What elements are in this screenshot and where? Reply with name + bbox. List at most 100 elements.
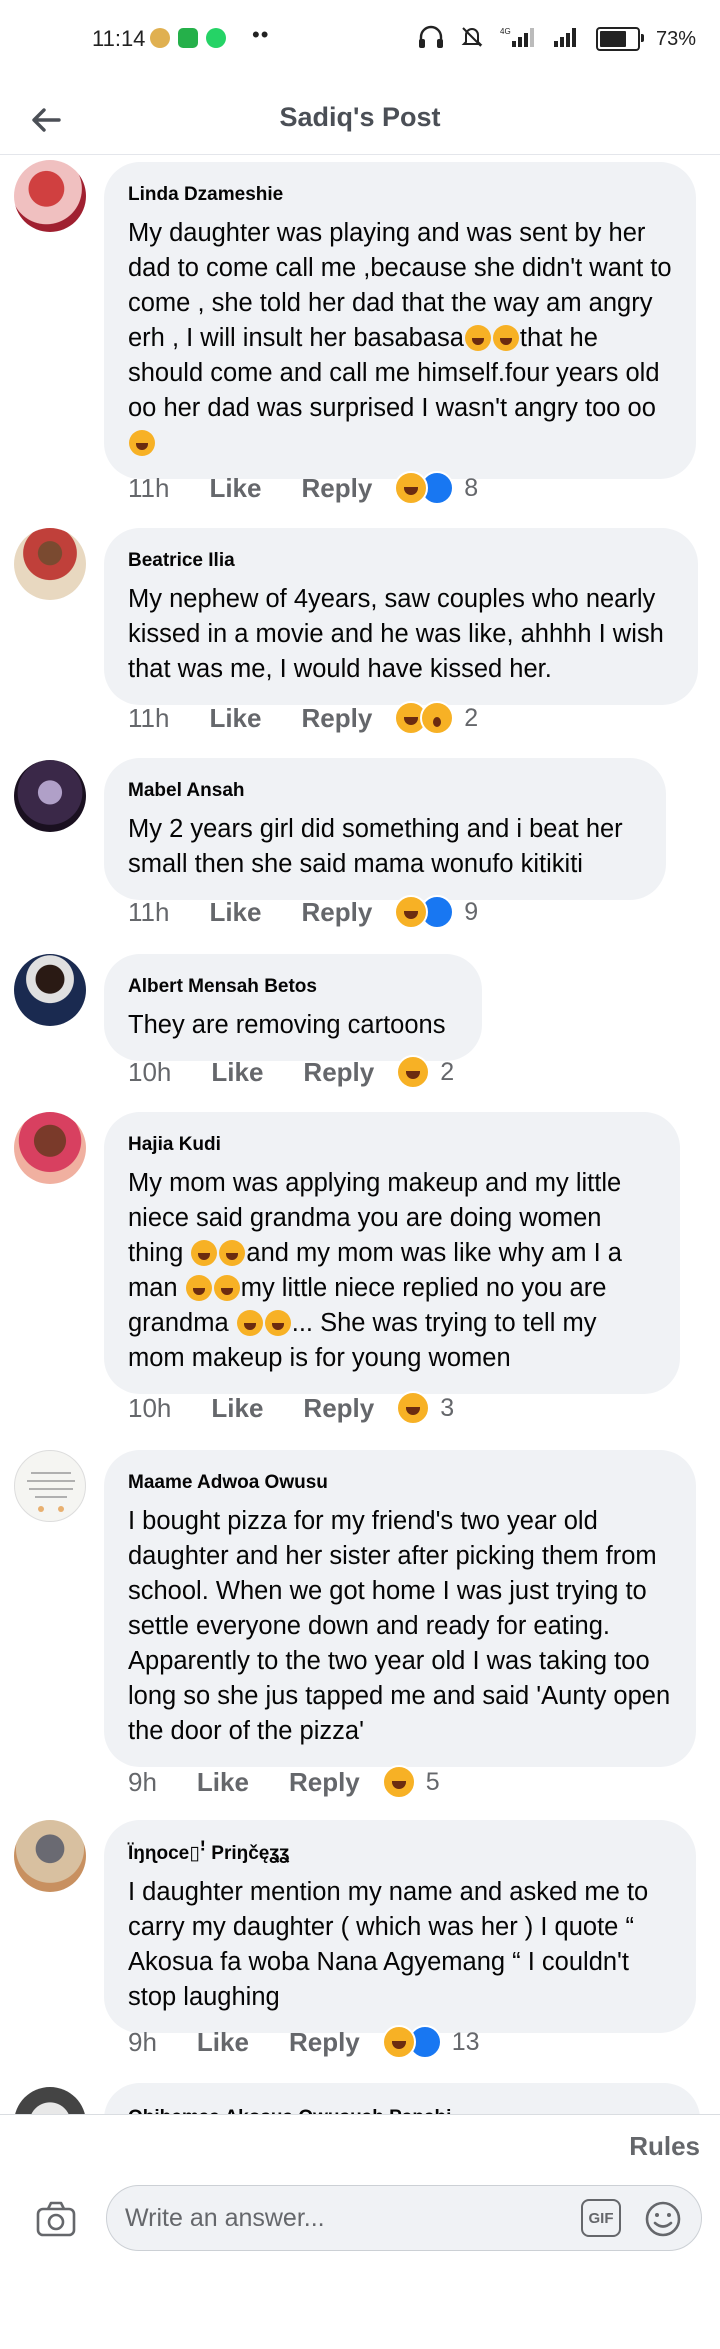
avatar[interactable] [14, 1450, 86, 1522]
reaction-count: 13 [451, 2027, 480, 2056]
avatar[interactable] [14, 528, 86, 600]
battery-percent: 73% [655, 27, 696, 50]
like-button[interactable]: Like [211, 1393, 263, 1424]
avatar[interactable] [14, 760, 86, 832]
reactions[interactable]: 2 [396, 1055, 454, 1089]
status-bar: 11:14 •• 4G 73% [0, 0, 720, 84]
like-button[interactable]: Like [209, 703, 261, 734]
phone-notification-icon [178, 28, 198, 48]
comment-bubble: Ïŋɳoce▯ꜝ Priŋčęʓʓ I daughter mention my … [104, 1820, 696, 2033]
more-notifications-icon: •• [252, 22, 270, 47]
comment-actions: 11h Like Reply 8 [128, 468, 478, 508]
comment-time[interactable]: 10h [128, 1057, 171, 1088]
comment-time[interactable]: 9h [128, 1767, 157, 1798]
comment-text: I bought pizza for my friend's two year … [128, 1507, 671, 1745]
laughing-emoji-icon [464, 325, 491, 351]
comment-text: My mom was applying makeup and my little… [128, 1169, 622, 1372]
haha-reaction-icon [381, 1765, 416, 1799]
signal-icon [552, 25, 580, 54]
gif-button[interactable]: GIF [581, 2199, 621, 2237]
comment-time[interactable]: 9h [128, 2027, 157, 2058]
avatar[interactable] [14, 954, 86, 1026]
avatar[interactable] [14, 160, 86, 232]
camera-button[interactable] [34, 2197, 78, 2241]
comment-input[interactable]: Write an answer... GIF [106, 2185, 702, 2251]
haha-reaction-icon [396, 1391, 431, 1425]
wow-reaction-icon [420, 701, 455, 735]
comment-time[interactable]: 11h [128, 703, 169, 734]
comment-author[interactable]: Hajia Kudi [128, 1134, 656, 1156]
haha-reaction-icon [394, 471, 429, 505]
status-indicators: 4G 73% [418, 24, 696, 54]
like-button[interactable]: Like [197, 1767, 249, 1798]
laughing-emoji-icon [191, 1240, 218, 1266]
reactions[interactable]: 2 [394, 701, 478, 735]
comment-bubble: Beatrice Ilia My nephew of 4years, saw c… [104, 528, 698, 705]
reactions[interactable]: 8 [394, 471, 478, 505]
app-notification-icon [150, 28, 170, 48]
whatsapp-notification-icon [206, 28, 226, 48]
comment-author[interactable]: Beatrice Ilia [128, 550, 674, 572]
like-button[interactable]: Like [197, 2027, 249, 2058]
reactions[interactable]: 3 [396, 1391, 454, 1425]
grinning-emoji-icon [129, 430, 155, 456]
comment-time[interactable]: 11h [128, 897, 169, 928]
comment-time[interactable]: 11h [128, 473, 169, 504]
reaction-count: 3 [440, 1393, 455, 1422]
reactions[interactable]: 9 [394, 895, 478, 929]
reply-button[interactable]: Reply [301, 897, 372, 928]
headphones-icon [418, 25, 444, 54]
reply-button[interactable]: Reply [289, 2027, 360, 2058]
like-button[interactable]: Like [211, 1057, 263, 1088]
comment-author[interactable]: Ïŋɳoce▯ꜝ Priŋčęʓʓ [128, 1842, 672, 1865]
like-button[interactable]: Like [209, 897, 261, 928]
comment-author[interactable]: Maame Adwoa Owusu [128, 1472, 672, 1494]
laughing-emoji-icon [264, 1310, 291, 1336]
comment-actions: 9h Like Reply 13 [128, 2022, 480, 2062]
comment-author[interactable]: Linda Dzameshie [128, 184, 672, 206]
comment-text: I daughter mention my name and asked me … [128, 1878, 649, 2011]
comment-actions: 11h Like Reply 2 [128, 698, 478, 738]
emoji-button[interactable] [643, 2199, 683, 2239]
comment-actions: 10h Like Reply 2 [128, 1052, 454, 1092]
reply-button[interactable]: Reply [303, 1393, 374, 1424]
comment-text: My daughter was playing and was sent by … [128, 216, 672, 461]
laughing-emoji-icon [236, 1310, 263, 1336]
reactions[interactable]: 13 [381, 2025, 480, 2059]
page-title: Sadiq's Post [279, 102, 441, 132]
reply-button[interactable]: Reply [303, 1057, 374, 1088]
laughing-emoji-icon [492, 325, 519, 351]
comment-author[interactable]: Albert Mensah Betos [128, 976, 458, 998]
reaction-count: 2 [440, 1057, 455, 1086]
comment-bubble: Mabel Ansah My 2 years girl did somethin… [104, 758, 666, 900]
reply-button[interactable]: Reply [289, 1767, 360, 1798]
reply-button[interactable]: Reply [301, 473, 372, 504]
avatar[interactable] [14, 1820, 86, 1892]
comment-input-placeholder: Write an answer... [125, 2204, 325, 2232]
comment-text: My nephew of 4years, saw couples who nea… [128, 585, 664, 683]
comment-bubble: Linda Dzameshie My daughter was playing … [104, 162, 696, 479]
comment-text: My 2 years girl did something and i beat… [128, 815, 623, 878]
comment-bubble: Maame Adwoa Owusu I bought pizza for my … [104, 1450, 696, 1767]
mute-icon [460, 25, 484, 54]
haha-reaction-icon [396, 1055, 431, 1089]
comment-time[interactable]: 10h [128, 1393, 171, 1424]
reaction-count: 9 [464, 897, 479, 926]
rules-link[interactable]: Rules [629, 2131, 700, 2162]
composer-bar: Rules Write an answer... GIF [0, 2114, 720, 2349]
camera-icon [36, 2201, 76, 2237]
laughing-emoji-icon [185, 1275, 212, 1301]
avatar[interactable] [14, 1112, 86, 1184]
reaction-count: 5 [425, 1767, 440, 1796]
quote-image-icon [27, 1472, 75, 1512]
reaction-count: 8 [464, 473, 479, 502]
comment-actions: 9h Like Reply 5 [128, 1762, 440, 1802]
battery-icon [595, 27, 644, 51]
reactions[interactable]: 5 [381, 1765, 440, 1799]
comment-bubble: Hajia Kudi My mom was applying makeup an… [104, 1112, 680, 1394]
like-button[interactable]: Like [209, 473, 261, 504]
comment-author[interactable]: Mabel Ansah [128, 780, 642, 802]
post-header: Sadiq's Post [0, 84, 720, 155]
signal-4g-icon: 4G [500, 25, 536, 54]
reply-button[interactable]: Reply [301, 703, 372, 734]
